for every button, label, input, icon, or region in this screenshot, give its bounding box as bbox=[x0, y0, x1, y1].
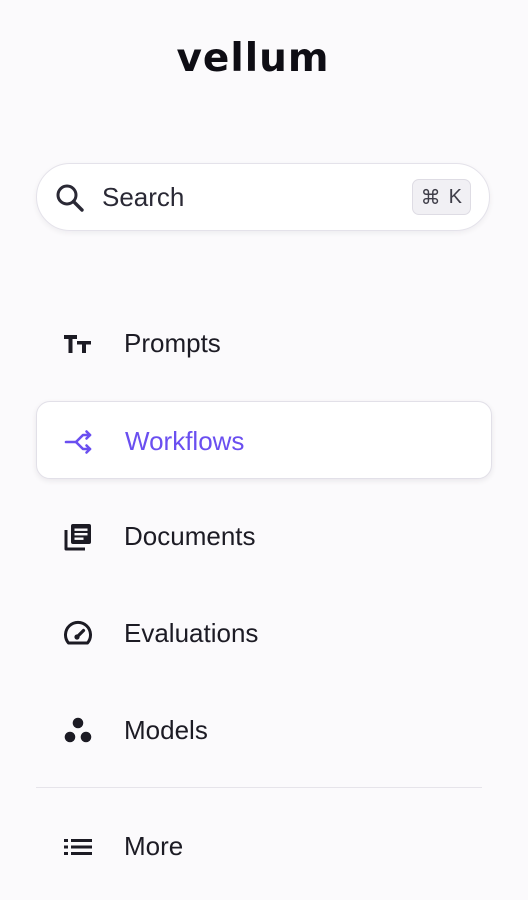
command-key-icon: ⌘ bbox=[420, 186, 441, 209]
nav-label-more: More bbox=[124, 831, 184, 861]
vellum-logo[interactable]: vellum bbox=[0, 36, 506, 81]
nav-item-workflows[interactable]: Workflows bbox=[36, 401, 492, 479]
shortcut-key: K bbox=[448, 185, 462, 208]
search-bar[interactable]: Search ⌘ K bbox=[36, 163, 490, 231]
models-icon bbox=[64, 717, 92, 743]
nav-item-models[interactable]: Models bbox=[36, 691, 492, 769]
sidebar: vellum Search ⌘ K Prompts Workflows Docu… bbox=[0, 0, 528, 900]
list-icon bbox=[64, 839, 92, 855]
nav-label-prompts: Prompts bbox=[124, 328, 221, 358]
text-size-icon bbox=[64, 335, 91, 353]
nav-item-evaluations[interactable]: Evaluations bbox=[36, 594, 492, 672]
nav-label-models: Models bbox=[124, 715, 208, 745]
nav-item-documents[interactable]: Documents bbox=[36, 497, 492, 575]
gauge-icon bbox=[64, 620, 92, 645]
workflow-icon bbox=[64, 430, 92, 454]
search-shortcut-badge: ⌘ K bbox=[411, 179, 471, 215]
search-placeholder: Search bbox=[102, 182, 185, 212]
nav-label-workflows: Workflows bbox=[125, 426, 245, 456]
documents-icon bbox=[64, 524, 91, 551]
nav-label-documents: Documents bbox=[124, 521, 256, 551]
nav-divider bbox=[36, 787, 482, 788]
nav-label-evaluations: Evaluations bbox=[124, 618, 259, 648]
nav-item-prompts[interactable]: Prompts bbox=[36, 304, 492, 382]
search-icon bbox=[56, 184, 84, 212]
nav-item-more[interactable]: More bbox=[36, 807, 492, 885]
